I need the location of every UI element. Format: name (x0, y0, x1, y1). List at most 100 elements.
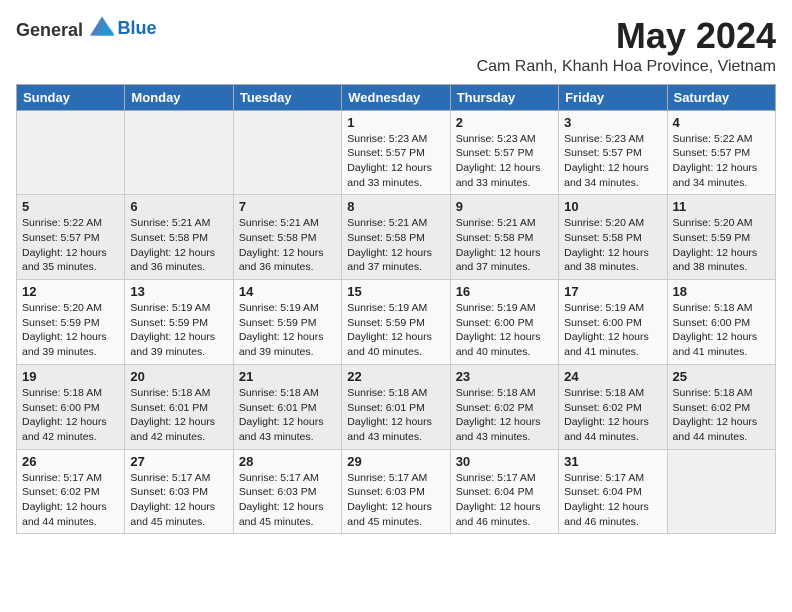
day-number: 21 (239, 369, 336, 384)
calendar-day-cell: 6 Sunrise: 5:21 AM Sunset: 5:58 PM Daylig… (125, 195, 233, 280)
calendar-week-row: 5Sunrise: 5:22 AM Sunset: 5:57 PM Daylig… (17, 195, 776, 280)
day-info: Sunrise: 5:18 AM Sunset: 6:02 PM Dayligh… (673, 386, 770, 445)
weekday-header-cell: Thursday (450, 84, 558, 110)
calendar-day-cell: 20Sunrise: 5:18 AM Sunset: 6:01 PM Dayli… (125, 364, 233, 449)
day-info: Sunrise: 5:17 AM Sunset: 6:04 PM Dayligh… (456, 471, 553, 530)
calendar-day-cell: 13 Sunrise: 5:19 AM Sunset: 5:59 PM Dayli… (125, 280, 233, 365)
day-number: 2 (456, 115, 553, 130)
day-number: 6 (130, 199, 227, 214)
day-info: Sunrise: 5:20 AM Sunset: 5:59 PM Dayligh… (22, 301, 119, 360)
day-info: Sunrise: 5:18 AM Sunset: 6:01 PM Dayligh… (347, 386, 444, 445)
day-number: 4 (673, 115, 770, 130)
calendar-day-cell: 22 Sunrise: 5:18 AM Sunset: 6:01 PM Dayli… (342, 364, 450, 449)
day-info: Sunrise: 5:17 AM Sunset: 6:02 PM Dayligh… (22, 471, 119, 530)
calendar-day-cell: 30 Sunrise: 5:17 AM Sunset: 6:04 PM Dayli… (450, 449, 558, 534)
day-number: 12 (22, 284, 119, 299)
day-number: 30 (456, 454, 553, 469)
calendar-day-cell: 7 Sunrise: 5:21 AM Sunset: 5:58 PM Daylig… (233, 195, 341, 280)
calendar-day-cell: 10 Sunrise: 5:20 AM Sunset: 5:58 PM Dayli… (559, 195, 667, 280)
day-info: Sunrise: 5:18 AM Sunset: 6:02 PM Dayligh… (564, 386, 661, 445)
day-number: 7 (239, 199, 336, 214)
calendar-day-cell: 28Sunrise: 5:17 AM Sunset: 6:03 PM Dayli… (233, 449, 341, 534)
day-info: Sunrise: 5:18 AM Sunset: 6:01 PM Dayligh… (130, 386, 227, 445)
calendar-day-cell: 17 Sunrise: 5:19 AM Sunset: 6:00 PM Dayli… (559, 280, 667, 365)
calendar-day-cell: 29 Sunrise: 5:17 AM Sunset: 6:03 PM Dayli… (342, 449, 450, 534)
calendar-week-row: 26Sunrise: 5:17 AM Sunset: 6:02 PM Dayli… (17, 449, 776, 534)
day-number: 9 (456, 199, 553, 214)
calendar-day-cell: 26Sunrise: 5:17 AM Sunset: 6:02 PM Dayli… (17, 449, 125, 534)
day-number: 13 (130, 284, 227, 299)
day-number: 18 (673, 284, 770, 299)
location-title: Cam Ranh, Khanh Hoa Province, Vietnam (477, 58, 776, 76)
day-number: 31 (564, 454, 661, 469)
logo-blue: Blue (118, 18, 157, 38)
calendar-day-cell: 18 Sunrise: 5:18 AM Sunset: 6:00 PM Dayli… (667, 280, 775, 365)
day-info: Sunrise: 5:17 AM Sunset: 6:04 PM Dayligh… (564, 471, 661, 530)
day-info: Sunrise: 5:18 AM Sunset: 6:00 PM Dayligh… (673, 301, 770, 360)
day-number: 14 (239, 284, 336, 299)
calendar-day-cell (233, 110, 341, 195)
calendar-day-cell: 9 Sunrise: 5:21 AM Sunset: 5:58 PM Daylig… (450, 195, 558, 280)
calendar-body: 1Sunrise: 5:23 AM Sunset: 5:57 PM Daylig… (17, 110, 776, 534)
calendar-day-cell: 2 Sunrise: 5:23 AM Sunset: 5:57 PM Daylig… (450, 110, 558, 195)
calendar-day-cell: 4 Sunrise: 5:22 AM Sunset: 5:57 PM Daylig… (667, 110, 775, 195)
day-info: Sunrise: 5:17 AM Sunset: 6:03 PM Dayligh… (239, 471, 336, 530)
day-info: Sunrise: 5:23 AM Sunset: 5:57 PM Dayligh… (456, 132, 553, 191)
day-info: Sunrise: 5:23 AM Sunset: 5:57 PM Dayligh… (564, 132, 661, 191)
weekday-header-cell: Sunday (17, 84, 125, 110)
calendar-day-cell: 27 Sunrise: 5:17 AM Sunset: 6:03 PM Dayli… (125, 449, 233, 534)
day-info: Sunrise: 5:22 AM Sunset: 5:57 PM Dayligh… (673, 132, 770, 191)
title-block: May 2024 Cam Ranh, Khanh Hoa Province, V… (477, 16, 776, 76)
day-number: 22 (347, 369, 444, 384)
day-number: 23 (456, 369, 553, 384)
day-info: Sunrise: 5:18 AM Sunset: 6:01 PM Dayligh… (239, 386, 336, 445)
calendar-day-cell (667, 449, 775, 534)
calendar-day-cell: 25 Sunrise: 5:18 AM Sunset: 6:02 PM Dayli… (667, 364, 775, 449)
day-info: Sunrise: 5:19 AM Sunset: 5:59 PM Dayligh… (347, 301, 444, 360)
calendar-day-cell: 5Sunrise: 5:22 AM Sunset: 5:57 PM Daylig… (17, 195, 125, 280)
day-info: Sunrise: 5:19 AM Sunset: 6:00 PM Dayligh… (456, 301, 553, 360)
calendar-day-cell: 19Sunrise: 5:18 AM Sunset: 6:00 PM Dayli… (17, 364, 125, 449)
page-header: General Blue May 2024 Cam Ranh, Khanh Ho… (16, 16, 776, 76)
day-number: 3 (564, 115, 661, 130)
day-info: Sunrise: 5:20 AM Sunset: 5:59 PM Dayligh… (673, 216, 770, 275)
weekday-header-row: SundayMondayTuesdayWednesdayThursdayFrid… (17, 84, 776, 110)
day-number: 27 (130, 454, 227, 469)
day-number: 17 (564, 284, 661, 299)
day-number: 25 (673, 369, 770, 384)
calendar-day-cell: 8Sunrise: 5:21 AM Sunset: 5:58 PM Daylig… (342, 195, 450, 280)
day-number: 29 (347, 454, 444, 469)
calendar-day-cell: 15 Sunrise: 5:19 AM Sunset: 5:59 PM Dayli… (342, 280, 450, 365)
month-title: May 2024 (477, 16, 776, 56)
calendar-day-cell: 31 Sunrise: 5:17 AM Sunset: 6:04 PM Dayli… (559, 449, 667, 534)
calendar-day-cell: 12 Sunrise: 5:20 AM Sunset: 5:59 PM Dayli… (17, 280, 125, 365)
day-number: 16 (456, 284, 553, 299)
calendar-day-cell (125, 110, 233, 195)
day-number: 10 (564, 199, 661, 214)
calendar-table: SundayMondayTuesdayWednesdayThursdayFrid… (16, 84, 776, 535)
calendar-day-cell: 11 Sunrise: 5:20 AM Sunset: 5:59 PM Dayli… (667, 195, 775, 280)
day-info: Sunrise: 5:19 AM Sunset: 5:59 PM Dayligh… (130, 301, 227, 360)
day-info: Sunrise: 5:18 AM Sunset: 6:02 PM Dayligh… (456, 386, 553, 445)
day-number: 8 (347, 199, 444, 214)
day-number: 15 (347, 284, 444, 299)
day-info: Sunrise: 5:17 AM Sunset: 6:03 PM Dayligh… (130, 471, 227, 530)
day-info: Sunrise: 5:21 AM Sunset: 5:58 PM Dayligh… (239, 216, 336, 275)
day-info: Sunrise: 5:17 AM Sunset: 6:03 PM Dayligh… (347, 471, 444, 530)
day-info: Sunrise: 5:23 AM Sunset: 5:57 PM Dayligh… (347, 132, 444, 191)
weekday-header-cell: Friday (559, 84, 667, 110)
day-info: Sunrise: 5:21 AM Sunset: 5:58 PM Dayligh… (130, 216, 227, 275)
calendar-day-cell: 23 Sunrise: 5:18 AM Sunset: 6:02 PM Dayli… (450, 364, 558, 449)
day-info: Sunrise: 5:21 AM Sunset: 5:58 PM Dayligh… (456, 216, 553, 275)
weekday-header-cell: Wednesday (342, 84, 450, 110)
calendar-week-row: 12 Sunrise: 5:20 AM Sunset: 5:59 PM Dayli… (17, 280, 776, 365)
day-number: 19 (22, 369, 119, 384)
day-info: Sunrise: 5:19 AM Sunset: 5:59 PM Dayligh… (239, 301, 336, 360)
calendar-day-cell (17, 110, 125, 195)
day-number: 11 (673, 199, 770, 214)
calendar-day-cell: 3 Sunrise: 5:23 AM Sunset: 5:57 PM Daylig… (559, 110, 667, 195)
day-info: Sunrise: 5:20 AM Sunset: 5:58 PM Dayligh… (564, 216, 661, 275)
calendar-day-cell: 21 Sunrise: 5:18 AM Sunset: 6:01 PM Dayli… (233, 364, 341, 449)
calendar-day-cell: 24Sunrise: 5:18 AM Sunset: 6:02 PM Dayli… (559, 364, 667, 449)
day-info: Sunrise: 5:19 AM Sunset: 6:00 PM Dayligh… (564, 301, 661, 360)
